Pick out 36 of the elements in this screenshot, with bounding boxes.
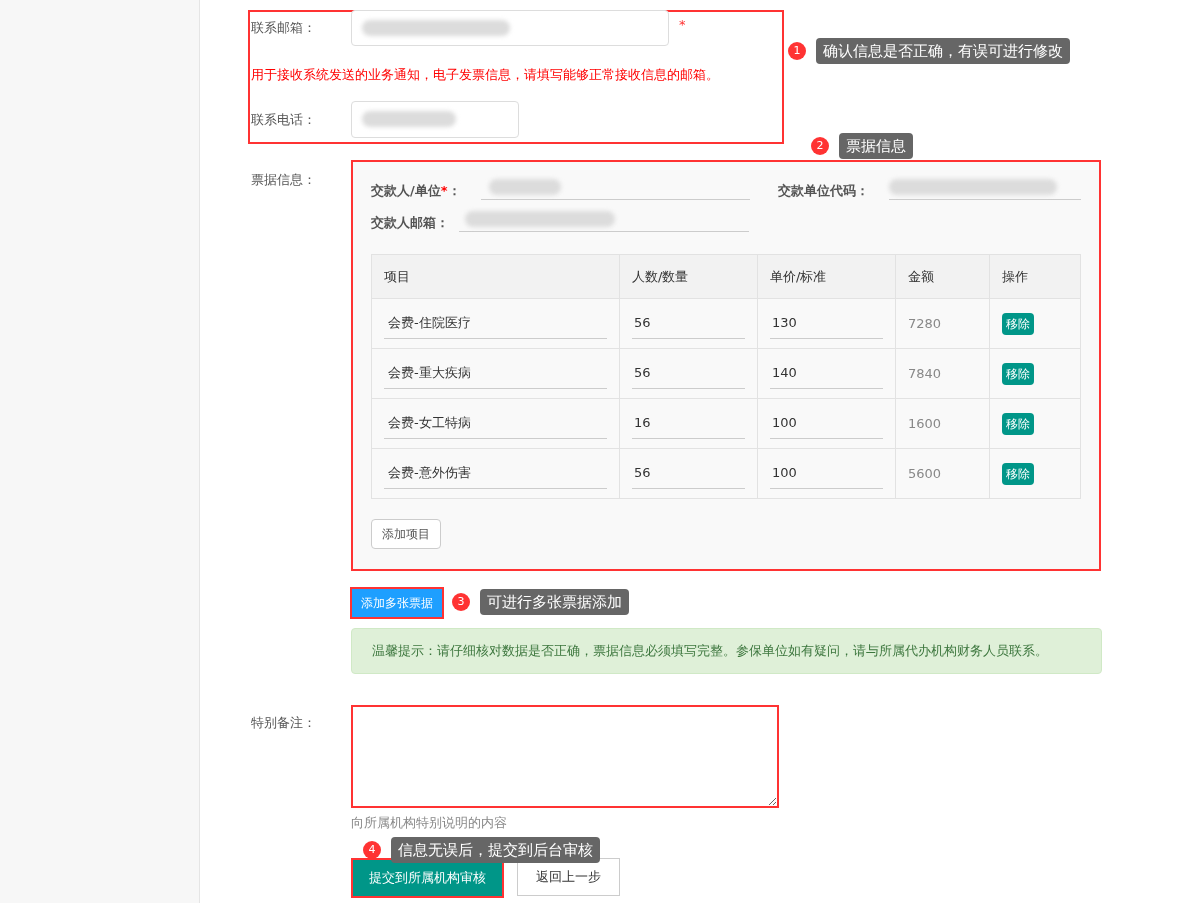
amount-cell: 5600 [895,448,990,499]
annotation-tooltip: 可进行多张票据添加 [480,589,629,615]
annotation-tooltip: 票据信息 [839,133,913,159]
step-number-badge: 1 [788,42,806,60]
column-header: 单价/标准 [757,254,896,299]
column-header: 人数/数量 [619,254,758,299]
field-label: 交款人/单位*： [371,181,461,200]
remove-button[interactable]: 移除 [1002,412,1034,435]
remove-button[interactable]: 移除 [1002,462,1034,485]
phone-field[interactable] [351,100,519,138]
step-number-badge: 4 [363,841,381,859]
amount-cell: 7840 [895,348,990,399]
remarks-help: 向所属机构特别说明的内容 [351,815,508,831]
email-field[interactable] [351,10,669,46]
column-header: 金额 [895,254,990,299]
field-label: 交款单位代码： [778,181,870,200]
amount-cell: 7280 [895,298,990,349]
remove-button[interactable]: 移除 [1002,312,1034,335]
field-label: 联系邮箱： [251,19,317,38]
field-label: 特别备注： [250,714,317,732]
field-label: 联系电话： [251,110,317,129]
add-item-button[interactable]: 添加项目 [371,519,441,549]
step-number-badge: 2 [811,137,829,155]
column-header: 项目 [371,254,620,299]
amount-cell: 1600 [895,398,990,449]
notice-alert: 温馨提示：请仔细核对数据是否正确，票据信息必须填写完整。参保单位如有疑问，请与所属代办机构财务人员联系。 [351,628,1102,674]
remarks-field[interactable] [351,705,779,808]
field-label: 交款人邮箱： [371,213,450,232]
annotation-tooltip: 信息无误后，提交到后台审核 [391,837,600,863]
annotation-tooltip: 确认信息是否正确，有误可进行修改 [816,38,1070,64]
field-label: 票据信息： [250,171,317,189]
required-mark: * [679,16,686,35]
email-hint: 用于接收系统发送的业务通知，电子发票信息，请填写能够正常接收信息的邮箱。 [251,66,720,84]
remove-button[interactable]: 移除 [1002,362,1034,385]
step-number-badge: 3 [452,593,470,611]
column-header: 操作 [989,254,1081,299]
